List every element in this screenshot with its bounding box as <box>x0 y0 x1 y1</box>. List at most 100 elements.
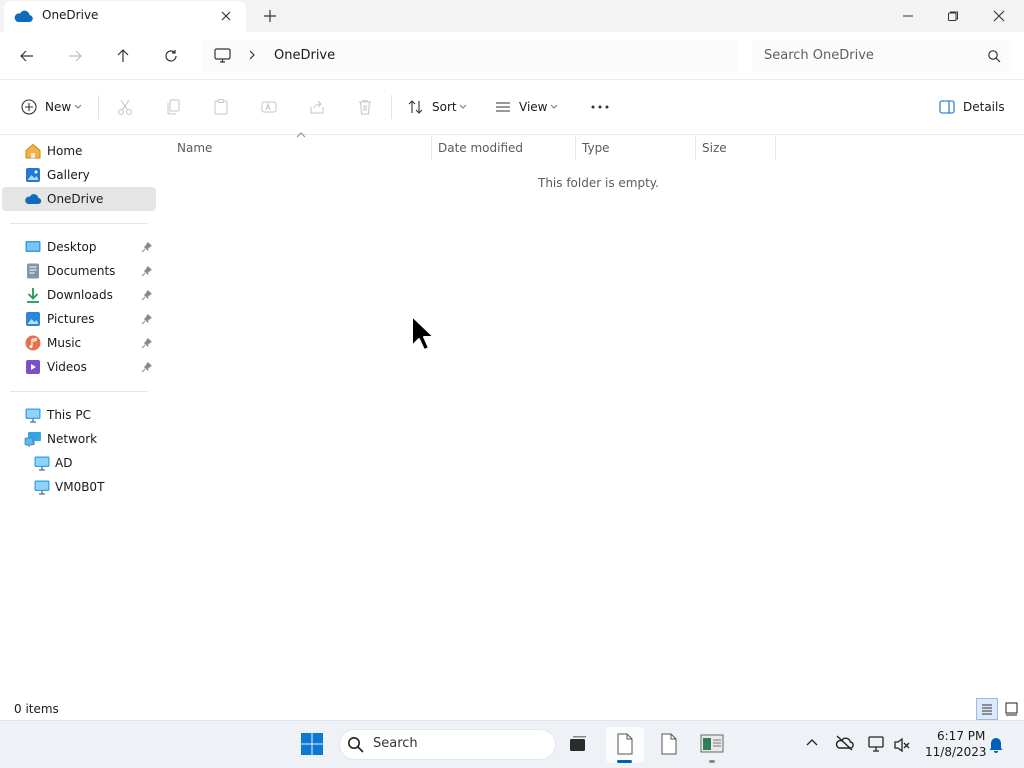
column-divider[interactable] <box>431 136 432 160</box>
column-header-name[interactable]: Name <box>177 141 212 155</box>
pin-icon[interactable] <box>141 265 153 277</box>
nav-label: Gallery <box>47 168 90 182</box>
downloads-icon <box>24 286 42 304</box>
minimize-button[interactable] <box>885 0 931 32</box>
chevron-down-icon <box>459 104 467 110</box>
arrow-up-icon <box>117 49 129 62</box>
new-button[interactable]: New <box>45 100 71 114</box>
videos-icon <box>24 358 42 376</box>
taskbar-search[interactable] <box>339 729 556 760</box>
arrow-left-icon <box>20 50 33 62</box>
separator <box>98 95 99 119</box>
clock-time[interactable]: 6:17 PM <box>937 729 985 743</box>
back-button[interactable] <box>15 44 39 68</box>
paste-icon[interactable] <box>212 98 230 116</box>
file-list[interactable] <box>157 135 1024 698</box>
refresh-button[interactable] <box>159 44 183 68</box>
refresh-icon <box>165 50 177 62</box>
mouse-cursor-icon <box>410 314 438 352</box>
taskbar-search-label[interactable]: Search <box>373 736 418 751</box>
task-view-button[interactable] <box>563 730 593 758</box>
notification-bell-icon[interactable] <box>988 736 1004 753</box>
onedrive-status-icon[interactable] <box>835 734 855 752</box>
active-app-indicator <box>617 760 632 763</box>
share-icon[interactable] <box>308 98 326 116</box>
details-view-button[interactable] <box>976 698 998 720</box>
show-hidden-icons-button[interactable] <box>805 736 819 750</box>
search-icon <box>347 736 364 753</box>
gallery-icon <box>24 166 42 184</box>
minimize-icon <box>903 15 913 17</box>
copy-icon[interactable] <box>164 98 182 116</box>
column-divider[interactable] <box>575 136 576 160</box>
pin-icon[interactable] <box>141 313 153 325</box>
computer-icon <box>33 478 51 496</box>
nav-label: Videos <box>47 360 87 374</box>
task-view-icon <box>570 736 586 751</box>
new-tab-icon[interactable] <box>262 8 278 24</box>
column-header-size[interactable]: Size <box>702 141 727 155</box>
view-icon[interactable] <box>494 98 512 116</box>
view-button[interactable]: View <box>519 100 547 114</box>
chevron-right-icon[interactable] <box>247 49 257 61</box>
column-header-date-modified[interactable]: Date modified <box>438 141 523 155</box>
taskbar-app-remote[interactable] <box>697 730 727 758</box>
column-divider[interactable] <box>695 136 696 160</box>
nav-label: VM0B0T <box>55 480 105 494</box>
nav-label: Desktop <box>47 240 97 254</box>
search-input[interactable]: Search OneDrive <box>764 48 874 63</box>
restore-button[interactable] <box>930 0 976 32</box>
pictures-icon <box>24 310 42 328</box>
file-icon <box>661 733 677 755</box>
nav-item-ad[interactable] <box>2 451 156 475</box>
pin-icon[interactable] <box>141 361 153 373</box>
windows-logo-icon <box>301 733 323 755</box>
pin-icon[interactable] <box>141 337 153 349</box>
nav-label: Documents <box>47 264 116 278</box>
search-icon[interactable] <box>987 49 1001 63</box>
separator <box>391 95 392 119</box>
details-view-icon <box>982 704 992 715</box>
nav-label: Downloads <box>47 288 113 302</box>
tab-close-icon[interactable] <box>218 8 234 24</box>
arrow-right-icon <box>69 50 82 62</box>
details-pane-icon[interactable] <box>938 98 956 116</box>
tab-title: OneDrive <box>42 8 99 22</box>
column-divider[interactable] <box>775 136 776 160</box>
network-status-icon[interactable] <box>868 735 886 753</box>
tiles-view-button[interactable] <box>1000 698 1022 720</box>
file-icon <box>617 733 633 755</box>
pin-icon[interactable] <box>141 241 153 253</box>
start-button[interactable] <box>297 730 327 758</box>
breadcrumb-onedrive[interactable]: OneDrive <box>274 48 335 63</box>
taskbar-app-file[interactable] <box>610 730 640 758</box>
nav-label: This PC <box>47 408 91 422</box>
computer-icon <box>33 454 51 472</box>
tab-onedrive[interactable] <box>4 1 246 32</box>
details-button[interactable]: Details <box>963 100 1005 114</box>
pin-icon[interactable] <box>141 289 153 301</box>
documents-icon <box>24 262 42 280</box>
sort-button[interactable]: Sort <box>432 100 457 114</box>
nav-label: OneDrive <box>47 192 104 206</box>
up-button[interactable] <box>111 44 135 68</box>
chevron-down-icon <box>550 104 558 110</box>
cut-icon[interactable] <box>116 98 134 116</box>
delete-icon[interactable] <box>356 98 374 116</box>
monitor-icon[interactable] <box>214 48 231 63</box>
remote-desktop-icon <box>700 734 724 753</box>
sort-icon[interactable] <box>407 98 425 116</box>
rename-icon[interactable] <box>260 98 278 116</box>
close-window-button[interactable] <box>976 0 1022 32</box>
new-icon[interactable] <box>20 98 38 116</box>
status-bar <box>0 698 1024 720</box>
nav-label: Network <box>47 432 98 446</box>
volume-muted-icon[interactable] <box>893 736 911 754</box>
taskbar-app-file-2[interactable] <box>654 730 684 758</box>
column-header-type[interactable]: Type <box>582 141 610 155</box>
tiles-view-icon <box>1005 702 1018 716</box>
clock-date[interactable]: 11/8/2023 <box>925 745 987 759</box>
forward-button[interactable] <box>63 44 87 68</box>
desktop-icon <box>24 238 42 256</box>
more-options-icon[interactable] <box>590 98 610 116</box>
